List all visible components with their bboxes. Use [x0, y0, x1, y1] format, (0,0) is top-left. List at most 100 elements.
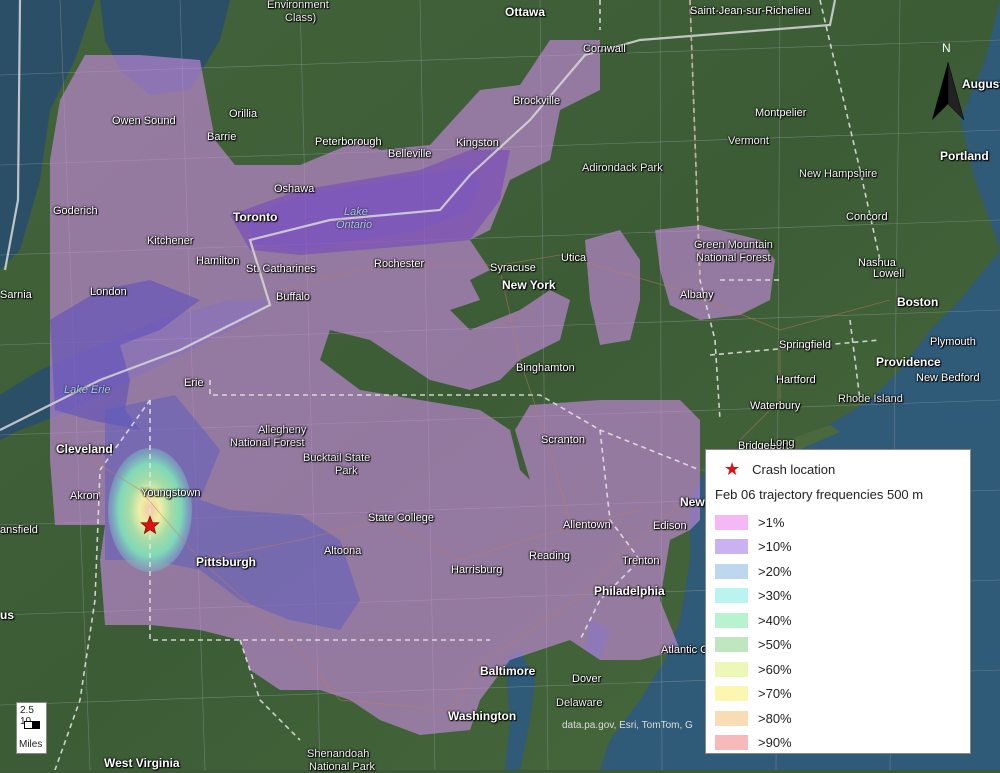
scale-unit: Miles	[19, 739, 43, 750]
map-label: Springfield	[779, 339, 831, 351]
map-label: Harrisburg	[451, 564, 503, 576]
map-label: Atlantic C	[661, 644, 709, 656]
legend-item: >30%	[715, 584, 792, 609]
map-label: Altoona	[324, 545, 362, 557]
star-icon: ★	[724, 459, 741, 479]
map-label: Goderich	[53, 205, 98, 217]
legend-swatch	[715, 637, 748, 653]
map-label: National Forest	[696, 252, 771, 264]
map-label: Buffalo	[276, 291, 311, 303]
legend-items: >1% >10% >20% >30% >40% >50% >60% >70% >80% >90%	[715, 510, 792, 755]
legend-item-label: >50%	[758, 637, 792, 653]
map-label: Albany	[680, 289, 714, 301]
map-label: West Virginia	[104, 756, 180, 770]
water-label: Lake Erie	[64, 384, 111, 396]
legend-item: >40%	[715, 608, 792, 633]
map-label: Philadelphia	[594, 584, 665, 598]
map-label: New	[680, 495, 705, 509]
legend-item: >70%	[715, 682, 792, 707]
map-label: Concord	[846, 211, 888, 223]
map-label: ansfield	[0, 524, 38, 536]
map-label: Class)	[285, 12, 317, 24]
map-label: Toronto	[233, 210, 278, 224]
map-label: Waterbury	[750, 400, 801, 412]
legend-item-label: >30%	[758, 588, 792, 604]
map-label: Lowell	[873, 268, 905, 280]
map-legend: ★ Crash location Feb 06 trajectory frequ…	[705, 449, 971, 754]
legend-item-label: >90%	[758, 735, 792, 751]
legend-item-label: >10%	[758, 539, 792, 555]
map-label: Bucktail State	[303, 452, 371, 464]
map-label: New York	[502, 278, 556, 292]
legend-item-label: >20%	[758, 563, 792, 579]
legend-swatch	[715, 514, 748, 530]
legend-swatch	[715, 563, 748, 579]
legend-swatch	[715, 710, 748, 726]
map-label: Montpelier	[755, 107, 807, 119]
map-label: Scranton	[541, 434, 586, 446]
map-label: New Bedford	[916, 372, 980, 384]
legend-swatch	[715, 612, 748, 628]
map-label: Environment	[267, 0, 329, 11]
legend-item: >80%	[715, 706, 792, 731]
map-label: State College	[368, 512, 435, 524]
legend-swatch	[715, 686, 748, 702]
legend-swatch	[715, 588, 748, 604]
map-label: Green Mountain	[694, 239, 773, 251]
map-label: Portland	[940, 149, 989, 163]
legend-item-label: >80%	[758, 710, 792, 726]
map-label: Dover	[572, 673, 602, 685]
map-label: Trenton	[622, 555, 660, 567]
map-label: Washington	[448, 709, 517, 723]
north-arrow-icon: N	[932, 41, 965, 121]
map-label: Cleveland	[56, 442, 113, 456]
map-label: Pittsburgh	[196, 555, 256, 569]
map-label: Belleville	[388, 148, 432, 160]
map-label: Park	[335, 465, 358, 477]
legend-title: Feb 06 trajectory frequencies 500 m	[715, 487, 924, 502]
map-label: Sarnia	[0, 289, 32, 301]
map-label: Cornwall	[583, 43, 626, 55]
legend-item: >90%	[715, 731, 792, 756]
map-label: Plymouth	[930, 336, 976, 348]
map-label: Providence	[876, 355, 941, 369]
map-label: National Forest	[230, 437, 305, 449]
map-label: Rhode Island	[838, 393, 903, 405]
legend-swatch	[715, 661, 748, 677]
legend-item: >20%	[715, 559, 792, 584]
map-label: Erie	[184, 377, 204, 389]
legend-item-label: >1%	[758, 514, 785, 530]
map-label: Owen Sound	[112, 115, 176, 127]
map-label: Hamilton	[196, 255, 240, 267]
map-label: Shenandoah	[307, 748, 370, 760]
map-label: Saint-Jean-sur-Richelieu	[690, 5, 811, 17]
map-label: Edison	[653, 520, 687, 532]
map-label: Kingston	[456, 137, 499, 149]
map-label: Binghamton	[516, 362, 575, 374]
north-label: N	[942, 41, 951, 55]
legend-item: >10%	[715, 535, 792, 560]
map-label: Utica	[561, 252, 587, 264]
map-label: Brockville	[513, 95, 561, 107]
legend-item: >60%	[715, 657, 792, 682]
map-label: Boston	[897, 295, 939, 309]
map-label: Hartford	[776, 374, 816, 386]
map-label: Vermont	[728, 135, 769, 147]
legend-swatch	[715, 539, 748, 555]
scale-bar: 2.5 10 Miles	[16, 702, 47, 754]
map-label: Long	[770, 437, 795, 449]
legend-crash-row: ★ Crash location	[724, 460, 835, 478]
map-label: Delaware	[556, 697, 603, 709]
map-label: Allegheny	[258, 424, 307, 436]
map-label: Adirondack Park	[582, 162, 663, 174]
legend-item-label: >60%	[758, 661, 792, 677]
map-label: New Hampshire	[799, 168, 878, 180]
legend-item: >1%	[715, 510, 792, 535]
map-label: Allentown	[563, 519, 611, 531]
map-label: Peterborough	[315, 136, 382, 148]
map-label: Oshawa	[274, 183, 315, 195]
legend-item: >50%	[715, 633, 792, 658]
map-label: London	[90, 286, 127, 298]
map-label: Barrie	[207, 131, 237, 143]
map-label: Baltimore	[480, 664, 536, 678]
